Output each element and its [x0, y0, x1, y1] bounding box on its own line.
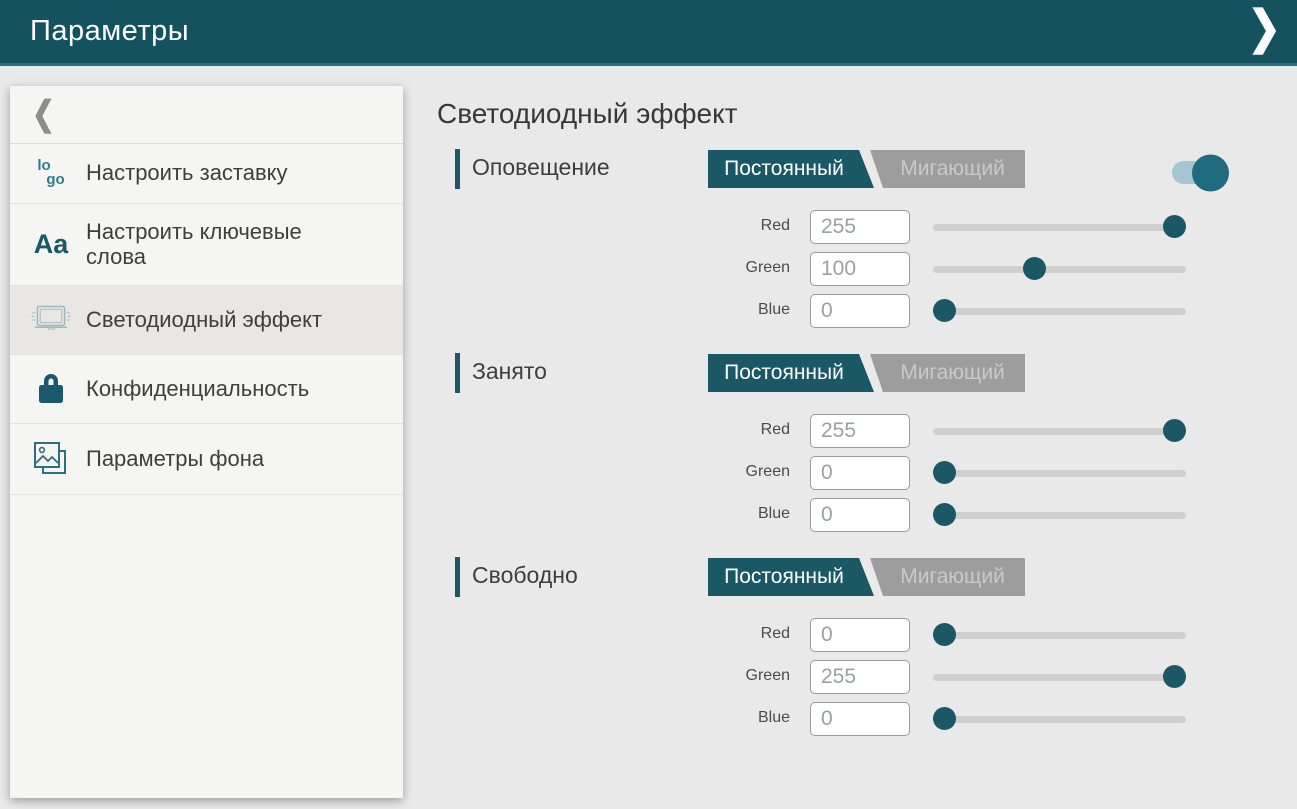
rgb-row: Blue: [435, 702, 1237, 736]
slider-track: [933, 428, 1186, 435]
sidebar-item-label: Конфиденциальность: [86, 376, 309, 402]
rgb-row: Red: [435, 210, 1237, 244]
section-title: Свободно: [472, 562, 578, 589]
rgb-row: Green: [435, 660, 1237, 694]
busy-green-slider[interactable]: [933, 461, 1186, 485]
page-heading: Светодиодный эффект: [437, 98, 1237, 130]
accent-bar: [455, 149, 460, 189]
accent-bar: [455, 557, 460, 597]
app-header: Параметры ❯: [0, 0, 1297, 66]
slider-track: [933, 632, 1186, 639]
free-green-slider[interactable]: [933, 665, 1186, 689]
busy-green-input[interactable]: [810, 456, 910, 490]
free-blue-input[interactable]: [810, 702, 910, 736]
notification-blue-slider[interactable]: [933, 299, 1186, 323]
free-green-input[interactable]: [810, 660, 910, 694]
sidebar-item-led-effect[interactable]: Светодиодный эффект: [10, 286, 403, 355]
free-mode-solid-button[interactable]: Постоянный: [708, 558, 874, 596]
free-blue-slider[interactable]: [933, 707, 1186, 731]
notification-mode-solid-button[interactable]: Постоянный: [708, 150, 874, 188]
rgb-row: Blue: [435, 498, 1237, 532]
section-title: Занято: [472, 358, 547, 385]
rgb-row: Green: [435, 252, 1237, 286]
blue-label: Blue: [435, 709, 790, 727]
slider-track: [933, 266, 1186, 273]
busy-blue-input[interactable]: [810, 498, 910, 532]
back-chevron-icon: ❮: [32, 95, 55, 134]
blue-label: Blue: [435, 505, 790, 523]
section-title: Оповещение: [472, 154, 610, 181]
busy-red-input[interactable]: [810, 414, 910, 448]
accent-bar: [455, 353, 460, 393]
busy-mode-toggle: Постоянный Мигающий: [708, 354, 1025, 392]
lock-icon: [28, 370, 74, 408]
red-label: Red: [435, 217, 790, 235]
main-content: Светодиодный эффект Оповещение Постоянны…: [435, 86, 1237, 760]
keywords-aa-icon: Aa: [28, 229, 74, 260]
rgb-row: Blue: [435, 294, 1237, 328]
forward-chevron-icon[interactable]: ❯: [1247, 5, 1281, 51]
slider-thumb[interactable]: [933, 707, 956, 730]
notification-led-switch[interactable]: [1172, 161, 1226, 184]
free-red-slider[interactable]: [933, 623, 1186, 647]
blue-label: Blue: [435, 301, 790, 319]
slider-thumb[interactable]: [933, 503, 956, 526]
slider-track: [933, 716, 1186, 723]
rgb-row: Red: [435, 414, 1237, 448]
notification-red-slider[interactable]: [933, 215, 1186, 239]
green-label: Green: [435, 667, 790, 685]
slider-thumb[interactable]: [933, 461, 956, 484]
sidebar-item-label: Светодиодный эффект: [86, 307, 322, 333]
red-label: Red: [435, 421, 790, 439]
free-mode-toggle: Постоянный Мигающий: [708, 558, 1025, 596]
sidebar-item-screensaver[interactable]: logo Настроить заставку: [10, 144, 403, 204]
slider-track: [933, 512, 1186, 519]
notification-green-slider[interactable]: [933, 257, 1186, 281]
sidebar-item-label: Настроить заставку: [86, 160, 288, 186]
section-busy: Занято Постоянный Мигающий Red Green: [435, 352, 1237, 532]
sidebar-nav: logo Настроить заставку Aa Настроить клю…: [10, 144, 403, 495]
sidebar-item-privacy[interactable]: Конфиденциальность: [10, 355, 403, 424]
slider-thumb[interactable]: [933, 299, 956, 322]
background-images-icon: [28, 439, 74, 479]
slider-track: [933, 674, 1186, 681]
slider-track: [933, 224, 1186, 231]
slider-thumb[interactable]: [1163, 215, 1186, 238]
slider-thumb[interactable]: [933, 623, 956, 646]
notification-blue-input[interactable]: [810, 294, 910, 328]
slider-track: [933, 470, 1186, 477]
slider-thumb[interactable]: [1163, 665, 1186, 688]
busy-mode-blinking-button[interactable]: Мигающий: [868, 354, 1025, 392]
section-notification: Оповещение Постоянный Мигающий Red Green: [435, 148, 1237, 328]
free-mode-blinking-button[interactable]: Мигающий: [868, 558, 1025, 596]
page-title: Параметры: [30, 15, 189, 48]
slider-thumb[interactable]: [1023, 257, 1046, 280]
sidebar: ❮ logo Настроить заставку Aa Настроить к…: [10, 86, 403, 798]
free-red-input[interactable]: [810, 618, 910, 652]
busy-red-slider[interactable]: [933, 419, 1186, 443]
slider-track: [933, 308, 1186, 315]
busy-mode-solid-button[interactable]: Постоянный: [708, 354, 874, 392]
green-label: Green: [435, 259, 790, 277]
busy-blue-slider[interactable]: [933, 503, 1186, 527]
rgb-row: Green: [435, 456, 1237, 490]
sidebar-item-label: Настроить ключевые слова: [86, 219, 344, 271]
rgb-row: Red: [435, 618, 1237, 652]
logo-text-icon: logo: [28, 159, 74, 188]
notification-red-input[interactable]: [810, 210, 910, 244]
sidebar-item-label: Параметры фона: [86, 446, 264, 472]
slider-thumb[interactable]: [1163, 419, 1186, 442]
section-free: Свободно Постоянный Мигающий Red Green: [435, 556, 1237, 736]
sidebar-item-keywords[interactable]: Aa Настроить ключевые слова: [10, 204, 403, 287]
sidebar-item-background[interactable]: Параметры фона: [10, 424, 403, 495]
switch-knob: [1192, 154, 1229, 191]
notification-mode-toggle: Постоянный Мигающий: [708, 150, 1025, 188]
red-label: Red: [435, 625, 790, 643]
green-label: Green: [435, 463, 790, 481]
notification-green-input[interactable]: [810, 252, 910, 286]
led-monitor-icon: [28, 301, 74, 339]
notification-mode-blinking-button[interactable]: Мигающий: [868, 150, 1025, 188]
sidebar-back-button[interactable]: ❮: [10, 86, 403, 144]
